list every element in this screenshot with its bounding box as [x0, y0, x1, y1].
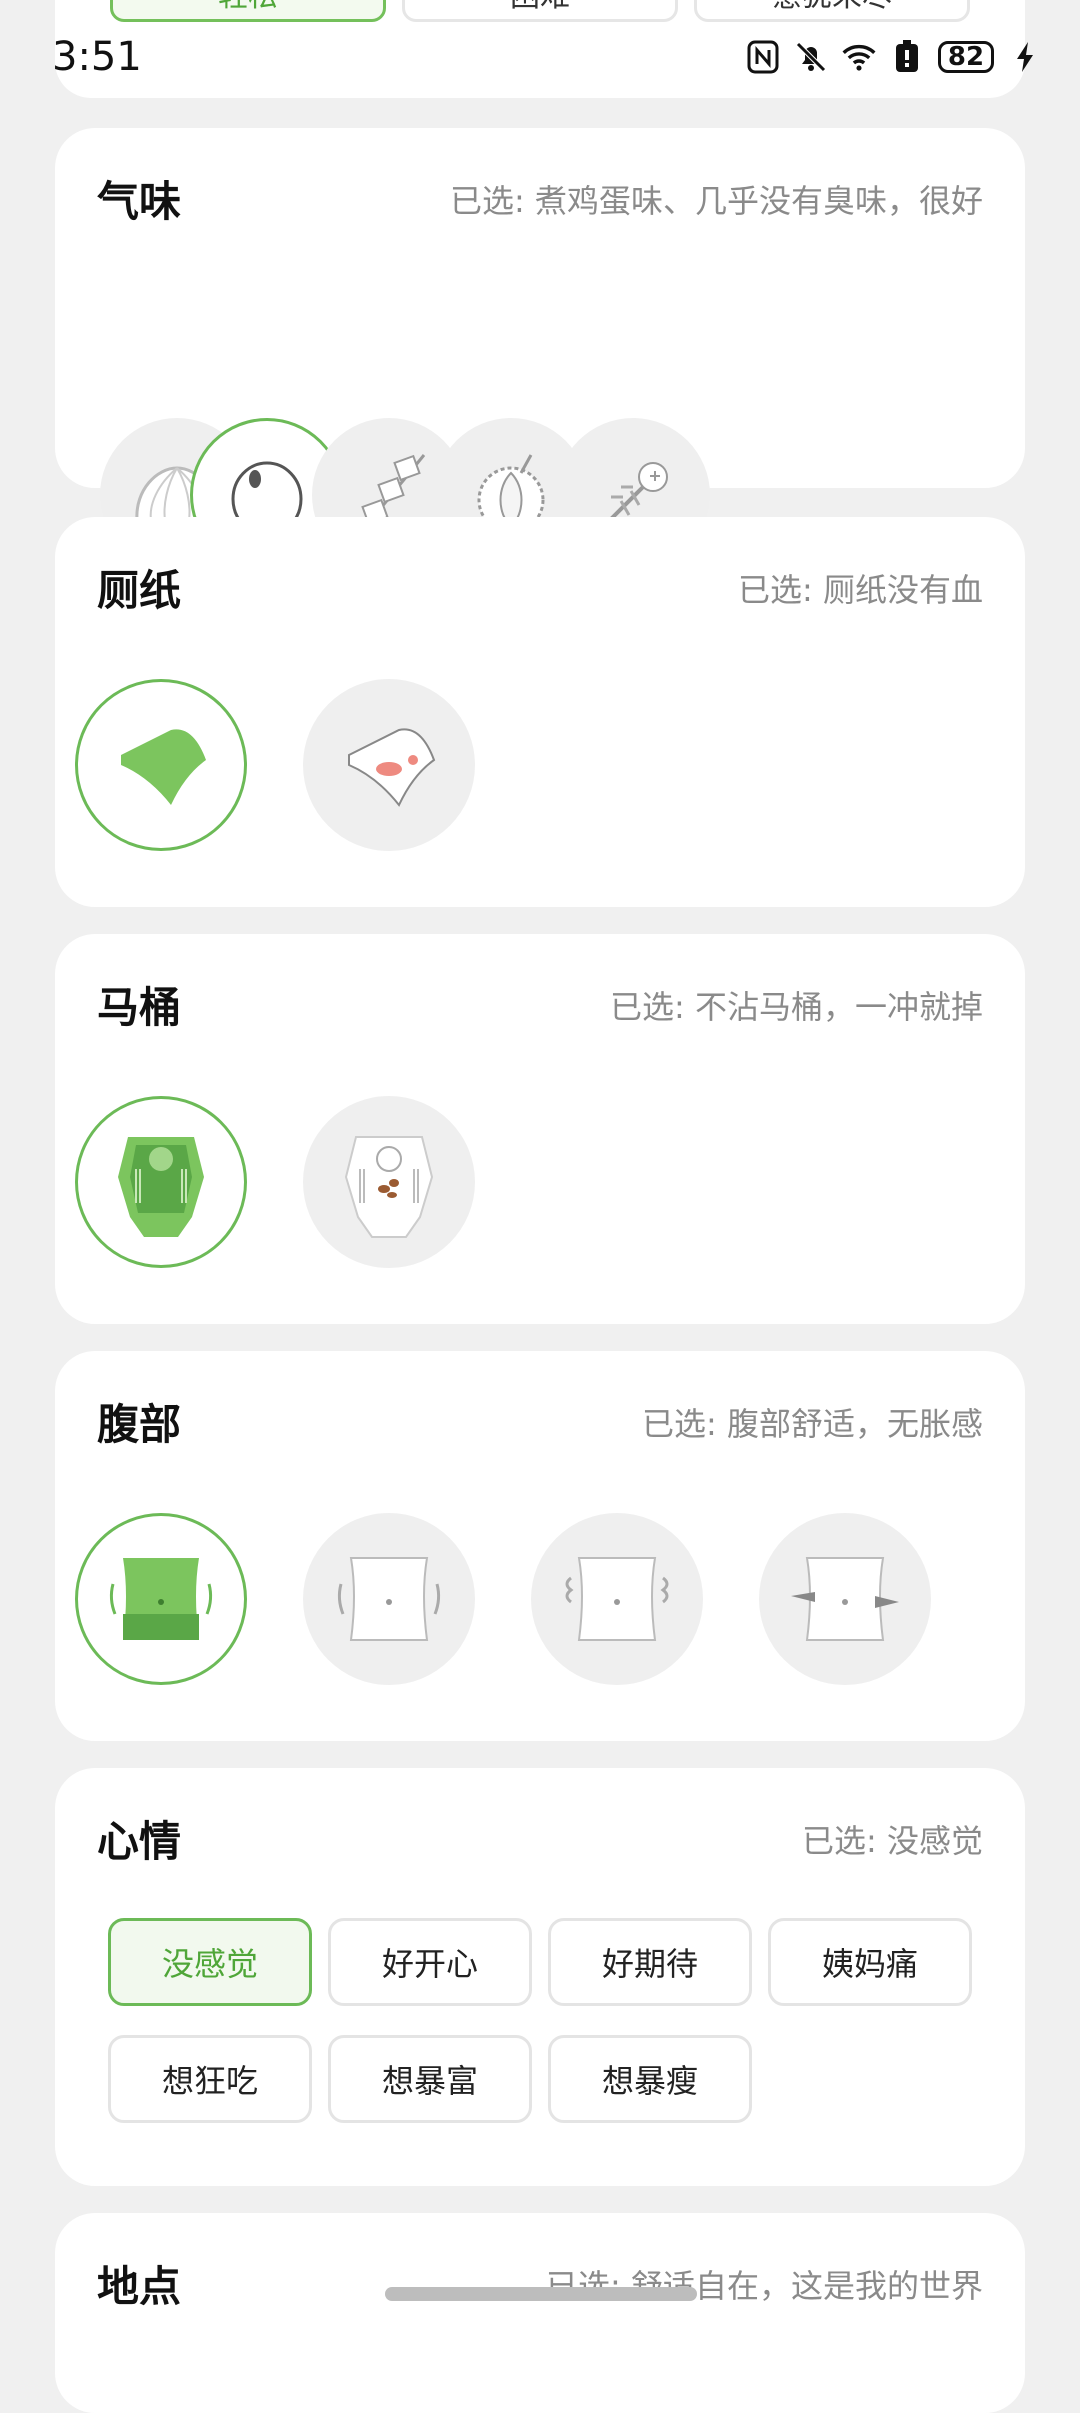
belly-selected-text: 已选: 腹部舒适，无胀感: [642, 1405, 983, 1443]
smell-selected-text: 已选: 煮鸡蛋味、几乎没有臭味，很好: [450, 182, 983, 220]
nfc-icon: [746, 40, 780, 74]
toilet-selected-text: 已选: 不沾马桶，一冲就掉: [610, 988, 983, 1026]
belly-bloated-icon: [337, 1557, 441, 1641]
place-card: 地点 已选: 舒适自在，这是我的世界: [55, 2213, 1025, 2413]
clean-toilet-icon: [118, 1137, 204, 1237]
dirty-toilet-icon: [344, 1136, 434, 1238]
toilet-option-dirty[interactable]: [303, 1096, 475, 1268]
bloody-paper-icon: [348, 728, 436, 807]
status-time: 3:51: [52, 34, 142, 80]
battery-saver-icon: [890, 40, 924, 74]
belly-option-comfortable[interactable]: [75, 1513, 247, 1685]
mood-card: 心情 已选: 没感觉 没感觉 好开心 好期待 姨妈痛 想狂吃 想暴富 想暴瘦: [55, 1768, 1025, 2186]
paper-option-clean[interactable]: [75, 679, 247, 851]
smell-card: 气味 已选: 煮鸡蛋味、几乎没有臭味，很好: [55, 128, 1025, 572]
paper-selected-text: 已选: 厕纸没有血: [738, 571, 983, 609]
wifi-icon: [842, 40, 876, 74]
mood-chip-slim[interactable]: 想暴瘦: [548, 2035, 752, 2123]
home-indicator[interactable]: [385, 2287, 697, 2301]
toilet-card: 马桶 已选: 不沾马桶，一冲就掉: [55, 934, 1025, 1324]
mood-chip-happy[interactable]: 好开心: [328, 1918, 532, 2006]
charging-bolt-icon: [1008, 40, 1042, 74]
mood-chip-period-pain[interactable]: 姨妈痛: [768, 1918, 972, 2006]
smell-title: 气味: [97, 177, 182, 226]
toilet-title: 马桶: [97, 983, 182, 1032]
status-icons: 82: [746, 40, 1042, 74]
belly-card: 腹部 已选: 腹部舒适，无胀感: [55, 1351, 1025, 1741]
belly-option-gas[interactable]: [531, 1513, 703, 1685]
mood-chip-no-feeling[interactable]: 没感觉: [108, 1918, 312, 2006]
clean-paper-icon: [121, 729, 206, 805]
belly-title: 腹部: [97, 1400, 182, 1449]
battery-icon: 82: [938, 41, 994, 73]
mood-chip-rich[interactable]: 想暴富: [328, 2035, 532, 2123]
paper-option-blood[interactable]: [303, 679, 475, 851]
paper-title: 厕纸: [97, 566, 182, 615]
mood-title: 心情: [97, 1817, 182, 1866]
belly-gas-icon: [565, 1557, 669, 1641]
belly-option-bloated[interactable]: [303, 1513, 475, 1685]
belly-option-cramp[interactable]: [759, 1513, 931, 1685]
mood-selected-text: 已选: 没感觉: [802, 1822, 983, 1860]
status-bar: 3:51 82: [0, 0, 1080, 120]
bell-off-icon: [794, 40, 828, 74]
belly-comfortable-icon: [109, 1558, 213, 1640]
toilet-option-clean[interactable]: [75, 1096, 247, 1268]
place-title: 地点: [97, 2262, 182, 2311]
mood-chip-binge[interactable]: 想狂吃: [108, 2035, 312, 2123]
belly-cramp-icon: [791, 1557, 899, 1641]
mood-chip-expecting[interactable]: 好期待: [548, 1918, 752, 2006]
paper-card: 厕纸 已选: 厕纸没有血: [55, 517, 1025, 907]
